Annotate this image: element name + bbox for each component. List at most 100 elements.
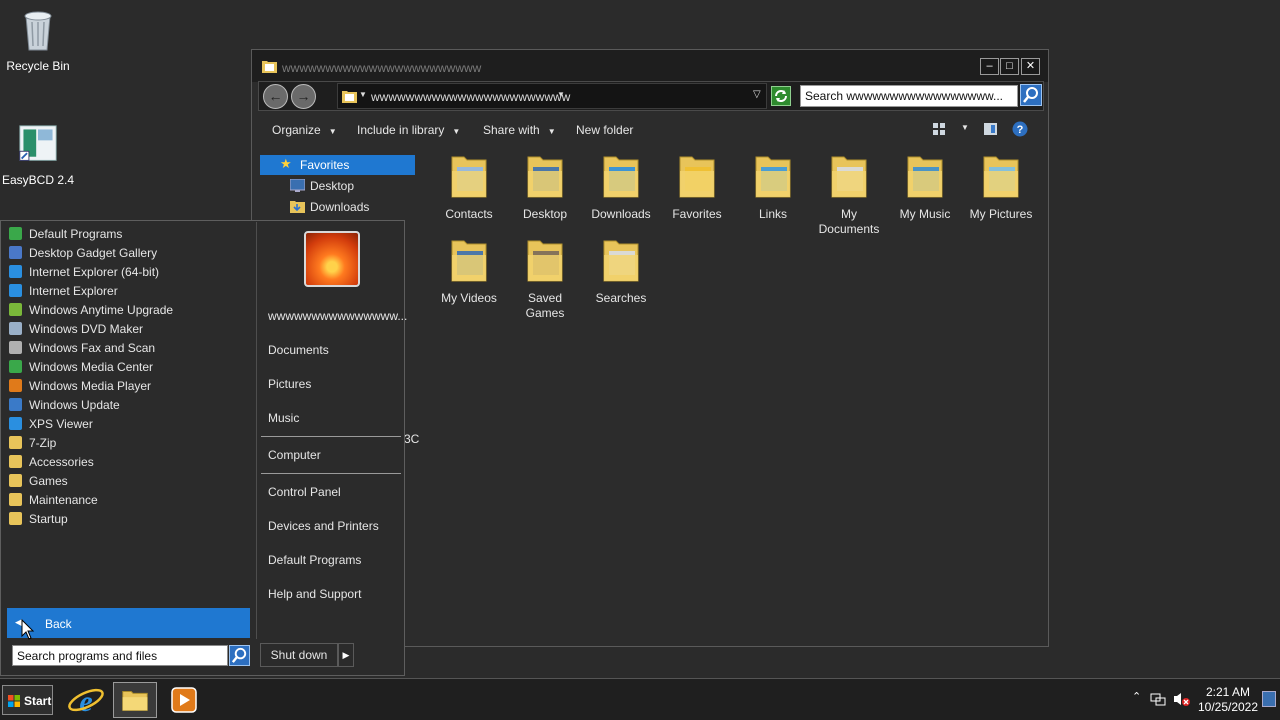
folder-item[interactable]: My Pictures — [963, 153, 1039, 222]
user-avatar[interactable] — [304, 231, 360, 287]
program-label: XPS Viewer — [29, 417, 93, 431]
window-titlebar[interactable]: wwwwwwwwwwwwwwwwwwwwwww ‒ □ ✕ — [252, 50, 1048, 82]
windows-logo-icon — [8, 695, 20, 707]
new-folder-button[interactable]: New folder — [576, 123, 633, 137]
folder-item[interactable]: Desktop — [507, 153, 583, 222]
folder-item[interactable]: Searches — [583, 237, 659, 306]
show-hidden-icons-button[interactable]: ⌃ — [1132, 690, 1141, 703]
program-item[interactable]: Startup — [7, 509, 252, 528]
program-label: Startup — [29, 512, 68, 526]
program-item[interactable]: 7-Zip — [7, 433, 252, 452]
view-options-icon[interactable] — [932, 122, 947, 136]
taskbar-media-player[interactable] — [162, 682, 206, 718]
address-field[interactable]: ▼ wwwwwwwwwwwwwwwwwwwwwww ▼ ▽ — [337, 83, 767, 109]
folder-item[interactable]: My Music — [887, 153, 963, 222]
minimize-button[interactable]: ‒ — [980, 58, 999, 75]
folder-icon — [342, 91, 357, 103]
program-icon — [9, 303, 22, 316]
organize-menu[interactable]: Organize ▼ — [272, 123, 337, 137]
back-button[interactable]: ◀ Back — [7, 608, 250, 638]
clock-date: 10/25/2022 — [1197, 700, 1259, 714]
program-icon — [9, 379, 22, 392]
start-search-button[interactable] — [229, 645, 250, 666]
preview-pane-icon[interactable] — [983, 122, 998, 136]
desktop-icon-easybcd[interactable]: EasyBCD 2.4 — [0, 122, 76, 187]
start-menu: Default Programs Desktop Gadget Gallery In… — [0, 220, 407, 676]
desktop-icon-recycle-bin[interactable]: Recycle Bin — [0, 8, 76, 73]
folder-icon — [262, 61, 277, 73]
shut-down-options-button[interactable]: ▶ — [338, 643, 354, 667]
system-clock[interactable]: 2:21 AM 10/25/2022 — [1196, 685, 1260, 715]
program-item[interactable]: Desktop Gadget Gallery — [7, 243, 252, 262]
help-and-support-link[interactable]: Help and Support — [268, 587, 361, 601]
taskbar-internet-explorer[interactable]: e — [64, 682, 108, 718]
start-search-input[interactable]: Search programs and files — [12, 645, 228, 666]
close-button[interactable]: ✕ — [1021, 58, 1040, 75]
computer-link[interactable]: Computer — [268, 448, 321, 462]
folder-item[interactable]: Links — [735, 153, 811, 222]
program-item[interactable]: Maintenance — [7, 490, 252, 509]
maximize-button[interactable]: □ — [1000, 58, 1019, 75]
network-icon[interactable] — [1150, 691, 1166, 707]
folder-item[interactable]: Saved Games — [507, 237, 583, 321]
back-nav-button[interactable]: ← — [263, 84, 288, 109]
folder-icon — [527, 156, 563, 198]
folder-item[interactable]: Contacts — [431, 153, 507, 222]
program-item[interactable]: Windows Update — [7, 395, 252, 414]
program-item[interactable]: Windows Fax and Scan — [7, 338, 252, 357]
program-item[interactable]: Accessories — [7, 452, 252, 471]
address-text: wwwwwwwwwwwwwwwwwwwwwww — [371, 90, 571, 104]
include-in-library-menu[interactable]: Include in library ▼ — [357, 123, 460, 137]
volume-muted-icon[interactable] — [1173, 691, 1191, 707]
program-label: Games — [29, 474, 68, 488]
user-name-link[interactable]: wwwwwwwwwwwwwww... — [268, 309, 407, 323]
share-with-menu[interactable]: Share with ▼ — [483, 123, 556, 137]
taskbar-windows-explorer[interactable] — [113, 682, 157, 718]
pictures-link[interactable]: Pictures — [268, 377, 311, 391]
start-button[interactable]: Start — [2, 685, 53, 715]
address-bar-row: ← → ▼ wwwwwwwwwwwwwwwwwwwwwww ▼ ▽ Search… — [258, 81, 1044, 111]
program-icon — [9, 512, 22, 525]
shut-down-button[interactable]: Shut down — [260, 643, 338, 667]
folder-item[interactable]: Downloads — [583, 153, 659, 222]
command-bar: Organize ▼ Include in library ▼ Share with… — [252, 114, 1048, 144]
minimize-icon: ‒ — [986, 60, 993, 72]
program-item[interactable]: Default Programs — [7, 224, 252, 243]
program-label: Internet Explorer — [29, 284, 118, 298]
divider — [261, 436, 401, 437]
program-item[interactable]: Games — [7, 471, 252, 490]
chevron-down-icon[interactable]: ▼ — [557, 90, 565, 99]
devices-and-printers-link[interactable]: Devices and Printers — [268, 519, 379, 533]
program-item[interactable]: Windows Media Center — [7, 357, 252, 376]
refresh-button[interactable] — [771, 86, 791, 106]
search-button[interactable] — [1020, 84, 1042, 106]
forward-nav-button[interactable]: → — [291, 84, 316, 109]
program-item[interactable]: Internet Explorer (64-bit) — [7, 262, 252, 281]
music-link[interactable]: Music — [268, 411, 299, 425]
control-panel-link[interactable]: Control Panel — [268, 485, 341, 499]
documents-link[interactable]: Documents — [268, 343, 329, 357]
nav-downloads[interactable]: Downloads — [270, 197, 425, 217]
program-item[interactable]: Windows Media Player — [7, 376, 252, 395]
program-item[interactable]: Windows Anytime Upgrade — [7, 300, 252, 319]
chevron-down-icon[interactable]: ▼ — [359, 90, 367, 99]
folder-item[interactable]: My Documents — [811, 153, 887, 237]
program-item[interactable]: Windows DVD Maker — [7, 319, 252, 338]
history-dropdown-icon[interactable]: ▽ — [753, 89, 761, 100]
program-icon — [9, 322, 22, 335]
show-desktop-button[interactable] — [1262, 691, 1276, 707]
nav-desktop[interactable]: Desktop — [270, 176, 425, 196]
folder-label: Saved Games — [525, 291, 565, 320]
folder-item[interactable]: My Videos — [431, 237, 507, 306]
chevron-down-icon[interactable]: ▼ — [961, 123, 969, 132]
search-input[interactable]: Search wwwwwwwwwwwwwwwww... — [800, 85, 1018, 107]
close-icon: ✕ — [1025, 60, 1036, 72]
program-item[interactable]: Internet Explorer — [7, 281, 252, 300]
help-icon[interactable]: ? — [1012, 121, 1028, 137]
folder-label: My Documents — [818, 207, 880, 236]
default-programs-link[interactable]: Default Programs — [268, 553, 361, 567]
folder-item[interactable]: Favorites — [659, 153, 735, 222]
program-item[interactable]: XPS Viewer — [7, 414, 252, 433]
program-label: Windows DVD Maker — [29, 322, 144, 336]
nav-favorites[interactable]: ★ Favorites — [260, 155, 415, 175]
